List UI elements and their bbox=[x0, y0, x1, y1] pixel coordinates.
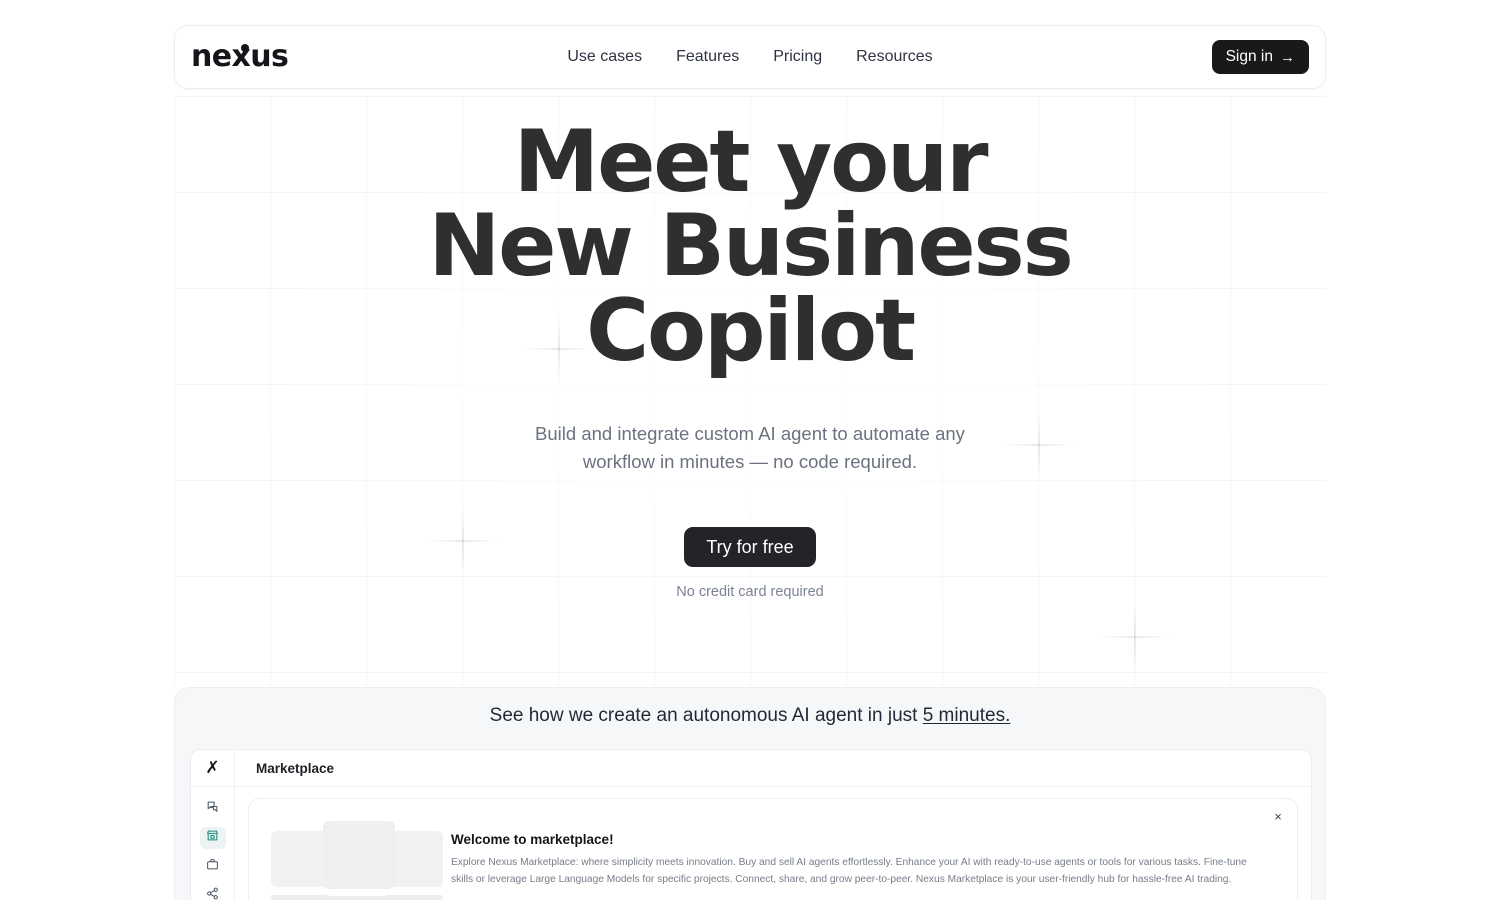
hero-title: Meet your New Business Copilot bbox=[428, 112, 1073, 381]
share-nodes-icon bbox=[206, 887, 219, 900]
store-icon bbox=[206, 829, 219, 847]
nav-item-use-cases[interactable]: Use cases bbox=[567, 49, 642, 65]
hero-subtitle: Build and integrate custom AI agent to a… bbox=[535, 422, 965, 472]
hero-cta-group: Try for free No credit card required bbox=[174, 527, 1326, 600]
sidebar-item-marketplace[interactable] bbox=[199, 827, 226, 849]
app-page-title: Marketplace bbox=[256, 760, 335, 776]
sign-in-button[interactable]: Sign in → bbox=[1211, 40, 1309, 74]
logo-text: nexus bbox=[191, 39, 289, 74]
app-body: Welcome to marketplace! Explore Nexus Ma… bbox=[191, 787, 1311, 900]
demo-caption-link[interactable]: 5 minutes. bbox=[923, 705, 1011, 726]
welcome-card: Welcome to marketplace! Explore Nexus Ma… bbox=[248, 798, 1298, 900]
landing-page: nexus Use cases Features Pricing Resourc… bbox=[0, 0, 1500, 900]
app-sidebar-rail bbox=[191, 787, 235, 900]
welcome-body: Explore Nexus Marketplace: where simplic… bbox=[451, 857, 1247, 885]
nav-item-resources[interactable]: Resources bbox=[856, 49, 932, 65]
sidebar-item-connections[interactable] bbox=[200, 885, 226, 900]
cta-note: No credit card required bbox=[676, 584, 824, 601]
hero-section: Meet your New Business Copilot Build and… bbox=[174, 112, 1326, 600]
sidebar-item-projects[interactable] bbox=[200, 856, 226, 878]
sidebar-item-chat[interactable] bbox=[200, 798, 226, 820]
main-nav: Use cases Features Pricing Resources bbox=[175, 49, 1325, 65]
chat-bubbles-icon bbox=[206, 800, 219, 818]
app-preview: ✗ Marketplace Welcome to marketplace! Ex… bbox=[190, 749, 1312, 900]
demo-caption: See how we create an autonomous AI agent… bbox=[175, 688, 1325, 725]
try-for-free-button[interactable]: Try for free bbox=[684, 527, 816, 568]
app-topbar: ✗ Marketplace bbox=[191, 750, 1311, 787]
close-icon[interactable]: × bbox=[1271, 809, 1285, 823]
site-header: nexus Use cases Features Pricing Resourc… bbox=[174, 25, 1326, 89]
welcome-illustration bbox=[267, 817, 451, 900]
arrow-right-icon: → bbox=[1280, 48, 1295, 66]
app-main-content: Welcome to marketplace! Explore Nexus Ma… bbox=[235, 787, 1311, 900]
sparkle-decoration bbox=[1101, 603, 1169, 671]
nav-item-pricing[interactable]: Pricing bbox=[773, 49, 822, 65]
logo-dot-icon bbox=[241, 44, 249, 52]
demo-section: See how we create an autonomous AI agent… bbox=[174, 687, 1326, 900]
logo[interactable]: nexus bbox=[191, 39, 289, 74]
sign-in-label: Sign in bbox=[1225, 48, 1273, 65]
welcome-title: Welcome to marketplace! bbox=[451, 832, 614, 847]
briefcase-icon bbox=[206, 858, 219, 876]
welcome-text-block: Welcome to marketplace! Explore Nexus Ma… bbox=[451, 807, 1251, 888]
nav-item-features[interactable]: Features bbox=[676, 49, 739, 65]
demo-caption-prefix: See how we create an autonomous AI agent… bbox=[489, 705, 923, 726]
app-logo-icon[interactable]: ✗ bbox=[191, 750, 235, 786]
